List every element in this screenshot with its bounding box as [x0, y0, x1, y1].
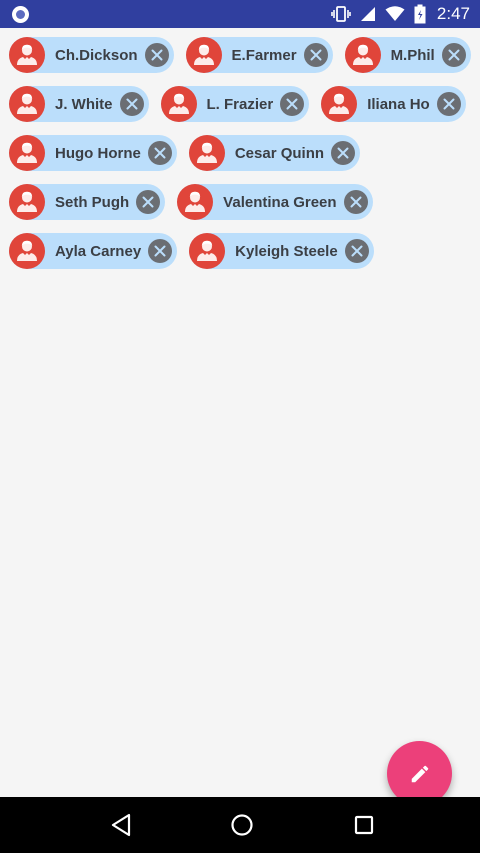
chip-label: E.Farmer	[231, 46, 297, 64]
contact-chip[interactable]: Seth Pugh	[9, 184, 166, 220]
person-avatar-icon	[9, 184, 45, 220]
close-icon	[154, 147, 166, 159]
contact-chip[interactable]: Ayla Carney	[9, 233, 178, 269]
close-icon	[154, 245, 166, 257]
chip-label: Kyleigh Steele	[235, 242, 338, 260]
person-avatar-icon	[160, 86, 197, 122]
close-icon	[337, 147, 349, 159]
chip-close-button[interactable]	[343, 190, 368, 214]
chip-close-button[interactable]	[303, 43, 328, 67]
status-time: 2:47	[436, 4, 470, 23]
close-icon	[126, 98, 138, 110]
recents-button[interactable]	[344, 805, 384, 845]
contact-chip[interactable]: Iliana Ho	[321, 86, 466, 122]
home-icon	[231, 814, 254, 836]
chip-close-button[interactable]	[136, 190, 161, 214]
close-icon	[142, 196, 154, 208]
chip-label: Hugo Horne	[55, 144, 141, 162]
chip-container-screen: Ch.Dickson E.Farmer M.Phil J. White L. F…	[0, 28, 480, 806]
chip-label: M.Phil	[390, 46, 435, 64]
pencil-edit-icon	[411, 765, 428, 782]
person-avatar-icon	[189, 233, 226, 269]
person-avatar-icon	[177, 184, 214, 220]
status-bar: 2:47	[0, 0, 480, 28]
status-icons: 2:47	[331, 0, 470, 28]
contact-chip[interactable]: L. Frazier	[160, 86, 310, 122]
contact-chip[interactable]: Cesar Quinn	[188, 135, 361, 171]
contact-chip[interactable]: Kyleigh Steele	[189, 233, 374, 269]
chip-close-button[interactable]	[119, 92, 144, 116]
wifi-icon	[385, 6, 405, 21]
person-avatar-icon	[185, 37, 222, 73]
chip-label: Seth Pugh	[55, 193, 130, 211]
chip-close-button[interactable]	[331, 141, 356, 165]
chip-close-button[interactable]	[280, 92, 305, 116]
close-icon	[310, 49, 322, 61]
chip-close-button[interactable]	[147, 141, 172, 165]
app-indicator-icon	[12, 6, 29, 23]
contact-chip[interactable]: E.Farmer	[185, 37, 333, 73]
contact-chip[interactable]: J. White	[9, 86, 149, 122]
battery-icon	[414, 4, 426, 24]
person-avatar-icon	[188, 135, 225, 171]
close-icon	[351, 245, 363, 257]
chip-label: Cesar Quinn	[234, 144, 325, 162]
cell-signal-icon	[360, 7, 375, 21]
contact-chip[interactable]: Hugo Horne	[9, 135, 177, 171]
person-avatar-icon	[9, 233, 45, 269]
contact-chip[interactable]: Valentina Green	[177, 184, 373, 220]
back-icon	[111, 813, 130, 837]
person-avatar-icon	[9, 135, 45, 171]
recents-icon	[355, 815, 374, 835]
chip-label: Valentina Green	[223, 193, 337, 211]
chip-label: Iliana Ho	[367, 95, 430, 113]
person-avatar-icon	[344, 37, 381, 73]
person-avatar-icon	[321, 86, 358, 122]
back-button[interactable]	[101, 805, 141, 845]
home-button[interactable]	[222, 805, 262, 845]
close-icon	[151, 49, 163, 61]
chip-close-button[interactable]	[436, 92, 461, 116]
chip-close-button[interactable]	[344, 239, 369, 263]
chip-label: Ch.Dickson	[55, 46, 138, 64]
vibrate-icon	[331, 6, 351, 22]
close-icon	[350, 196, 362, 208]
chip-close-button[interactable]	[144, 43, 169, 67]
chip-label: Ayla Carney	[55, 242, 142, 260]
chip-close-button[interactable]	[148, 239, 173, 263]
person-avatar-icon	[9, 86, 45, 122]
chip-group: Ch.Dickson E.Farmer M.Phil J. White L. F…	[0, 28, 480, 269]
chip-close-button[interactable]	[441, 43, 466, 67]
person-avatar-icon	[9, 37, 45, 73]
contact-chip[interactable]: M.Phil	[344, 37, 471, 73]
close-icon	[443, 98, 455, 110]
contact-chip[interactable]: Ch.Dickson	[9, 37, 174, 73]
close-icon	[286, 98, 298, 110]
close-icon	[448, 49, 460, 61]
navigation-bar	[0, 797, 480, 853]
chip-label: J. White	[55, 95, 113, 113]
chip-label: L. Frazier	[206, 95, 274, 113]
